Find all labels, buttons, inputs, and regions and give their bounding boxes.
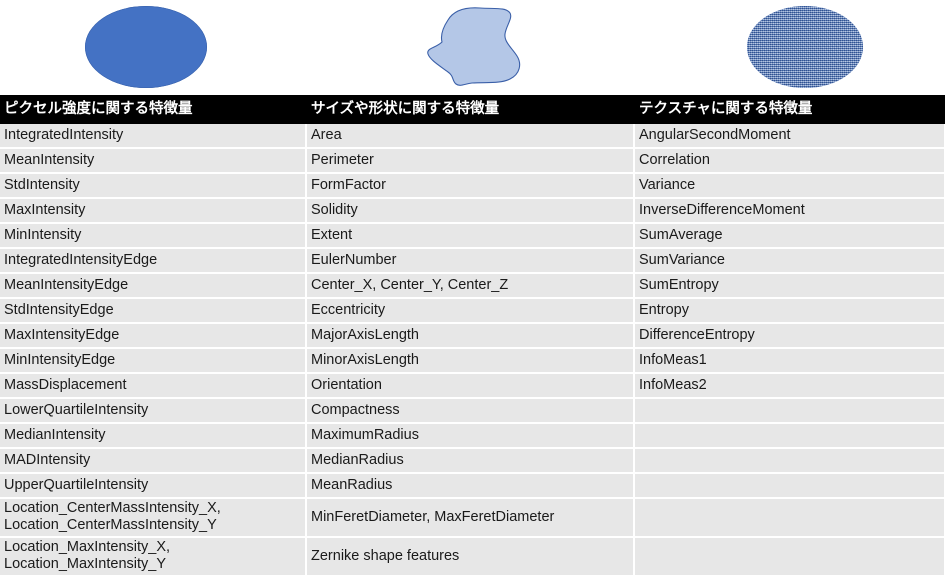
feature-cell-intensity: MaxIntensityEdge xyxy=(0,323,307,349)
feature-cell-intensity: MassDisplacement xyxy=(0,373,307,399)
feature-cell-intensity: MADIntensity xyxy=(0,448,307,474)
feature-cell-shape: EulerNumber xyxy=(306,248,635,274)
feature-cell-texture: SumVariance xyxy=(634,248,944,274)
feature-cell-shape: Extent xyxy=(306,223,635,249)
feature-cell-shape: MinFeretDiameter, MaxFeretDiameter xyxy=(306,498,635,538)
feature-cell-texture: AngularSecondMoment xyxy=(634,124,944,149)
shape-illustration-row xyxy=(0,0,952,96)
feature-cell-intensity: MedianIntensity xyxy=(0,423,307,449)
table-row: MADIntensity MedianRadius xyxy=(0,448,944,474)
feature-cell-texture: InfoMeas2 xyxy=(634,373,944,399)
feature-cell-texture: SumEntropy xyxy=(634,273,944,299)
feature-cell-intensity: MaxIntensity xyxy=(0,198,307,224)
empty-cell xyxy=(634,498,944,538)
feature-cell-shape: MajorAxisLength xyxy=(306,323,635,349)
feature-cell-shape: Eccentricity xyxy=(306,298,635,324)
feature-cell-intensity: LowerQuartileIntensity xyxy=(0,398,307,424)
feature-cell-texture: InfoMeas1 xyxy=(634,348,944,374)
feature-cell-intensity: MeanIntensity xyxy=(0,148,307,174)
table-row: MaxIntensityEdge MajorAxisLength Differenc… xyxy=(0,323,944,349)
feature-cell-shape: Compactness xyxy=(306,398,635,424)
blob-svg xyxy=(427,7,521,86)
table-row: StdIntensityEdge Eccentricity Entropy xyxy=(0,298,944,324)
empty-cell xyxy=(634,537,944,575)
feature-cell-shape: Perimeter xyxy=(306,148,635,174)
cellprofiler-feature-table: ピクセル強度に関する特徴量 サイズや形状に関する特徴量 テクスチャに関する特徴量… xyxy=(0,95,945,575)
feature-cell-intensity: IntegratedIntensityEdge xyxy=(0,248,307,274)
feature-cell-intensity: Location_MaxIntensity_X, Location_MaxInt… xyxy=(0,537,307,575)
table-row: MaxIntensity Solidity InverseDifferenceMom… xyxy=(0,198,944,224)
table-row: MedianIntensity MaximumRadius xyxy=(0,423,944,449)
table-header: ピクセル強度に関する特徴量 サイズや形状に関する特徴量 テクスチャに関する特徴量 xyxy=(0,95,945,124)
feature-cell-shape: Area xyxy=(306,124,635,149)
table-row: IntegratedIntensityEdge EulerNumber SumVar… xyxy=(0,248,944,274)
feature-cell-intensity: MinIntensityEdge xyxy=(0,348,307,374)
feature-cell-shape: Center_X, Center_Y, Center_Z xyxy=(306,273,635,299)
column-header-shape: サイズや形状に関する特徴量 xyxy=(306,95,635,124)
table-body: IntegratedIntensity Area AngularSecondMome… xyxy=(0,124,944,575)
feature-cell-intensity: MinIntensity xyxy=(0,223,307,249)
feature-cell-texture: InverseDifferenceMoment xyxy=(634,198,944,224)
column-header-texture: テクスチャに関する特徴量 xyxy=(634,95,945,124)
feature-cell-shape: MeanRadius xyxy=(306,473,635,499)
feature-cell-shape: Orientation xyxy=(306,373,635,399)
feature-cell-intensity: Location_CenterMassIntensity_X, Location… xyxy=(0,498,307,538)
feature-cell-texture: SumAverage xyxy=(634,223,944,249)
feature-cell-shape: Zernike shape features xyxy=(306,537,635,575)
slide-canvas: ピクセル強度に関する特徴量 サイズや形状に関する特徴量 テクスチャに関する特徴量… xyxy=(0,0,952,575)
table-row: IntegratedIntensity Area AngularSecondMome… xyxy=(0,124,944,149)
table-row: MeanIntensity Perimeter Correlation xyxy=(0,148,944,174)
feature-cell-intensity: MeanIntensityEdge xyxy=(0,273,307,299)
feature-cell-texture: Correlation xyxy=(634,148,944,174)
feature-cell-shape: Solidity xyxy=(306,198,635,224)
feature-cell-intensity: StdIntensityEdge xyxy=(0,298,307,324)
feature-cell-shape: MaximumRadius xyxy=(306,423,635,449)
feature-cell-shape: MedianRadius xyxy=(306,448,635,474)
table-row: MassDisplacement Orientation InfoMeas2 xyxy=(0,373,944,399)
table-row: StdIntensity FormFactor Variance xyxy=(0,173,944,199)
irregular-blob-shape xyxy=(414,4,532,88)
feature-cell-shape: FormFactor xyxy=(306,173,635,199)
feature-cell-shape: MinorAxisLength xyxy=(306,348,635,374)
table-row: MeanIntensityEdge Center_X, Center_Y, Cen… xyxy=(0,273,944,299)
table-row: MinIntensity Extent SumAverage xyxy=(0,223,944,249)
table-row: LowerQuartileIntensity Compactness xyxy=(0,398,944,424)
empty-cell xyxy=(634,423,944,449)
header-row: ピクセル強度に関する特徴量 サイズや形状に関する特徴量 テクスチャに関する特徴量 xyxy=(0,95,945,124)
feature-cell-texture: DifferenceEntropy xyxy=(634,323,944,349)
table-row: MinIntensityEdge MinorAxisLength InfoMeas1 xyxy=(0,348,944,374)
weave-texture xyxy=(747,6,863,88)
table-row: Location_CenterMassIntensity_X, Location… xyxy=(0,498,944,538)
empty-cell xyxy=(634,398,944,424)
feature-cell-texture: Entropy xyxy=(634,298,944,324)
solid-blue-ellipse-shape xyxy=(85,6,207,88)
empty-cell xyxy=(634,448,944,474)
table-row: Location_MaxIntensity_X, Location_MaxInt… xyxy=(0,537,944,575)
feature-cell-intensity: StdIntensity xyxy=(0,173,307,199)
textured-blue-ellipse-shape xyxy=(747,6,863,88)
table-row: UpperQuartileIntensity MeanRadius xyxy=(0,473,944,499)
column-header-intensity: ピクセル強度に関する特徴量 xyxy=(0,95,307,124)
empty-cell xyxy=(634,473,944,499)
feature-cell-texture: Variance xyxy=(634,173,944,199)
feature-cell-intensity: UpperQuartileIntensity xyxy=(0,473,307,499)
feature-cell-intensity: IntegratedIntensity xyxy=(0,124,307,149)
